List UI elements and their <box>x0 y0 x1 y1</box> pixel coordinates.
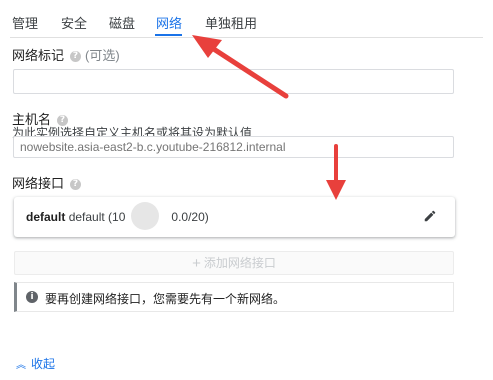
tab-disks[interactable]: 磁盘 <box>109 13 135 32</box>
network-tags-heading: 网络标记? (可选) <box>12 45 120 64</box>
network-interface-item[interactable]: default default (10 0.0/20) <box>14 197 455 237</box>
plus-icon: + <box>192 255 201 272</box>
help-icon[interactable]: ? <box>70 179 82 191</box>
collapse-label: 收起 <box>31 357 56 371</box>
network-interface-name: default <box>26 210 66 224</box>
tab-networking[interactable]: 网络 <box>156 13 182 32</box>
info-icon: i <box>26 291 38 303</box>
network-interfaces-label: 网络接口 <box>12 176 65 191</box>
tab-management[interactable]: 管理 <box>12 13 38 32</box>
network-interfaces-heading: 网络接口? <box>12 173 82 192</box>
chevron-up-icon: ︽ <box>16 360 26 371</box>
info-notice: i 要再创建网络接口，您需要先有一个新网络。 <box>14 282 454 312</box>
hostname-input[interactable] <box>13 136 454 158</box>
tab-sole-tenancy[interactable]: 单独租用 <box>205 13 257 32</box>
tab-security[interactable]: 安全 <box>61 13 87 32</box>
add-network-interface-button[interactable]: + 添加网络接口 <box>14 251 454 275</box>
add-network-interface-label: 添加网络接口 <box>203 256 276 270</box>
collapse-link[interactable]: ︽ 收起 <box>16 355 55 372</box>
edit-icon[interactable] <box>423 209 437 223</box>
network-tags-label: 网络标记 <box>12 48 65 63</box>
notice-text: 要再创建网络接口，您需要先有一个新网络。 <box>45 292 286 306</box>
network-interface-text: default default (10 0.0/20) <box>26 210 209 224</box>
optional-label: (可选) <box>85 48 120 63</box>
tab-bar: 管理 安全 磁盘 网络 单独租用 <box>0 0 493 38</box>
tabs-divider <box>10 37 483 38</box>
network-tags-input[interactable] <box>13 69 454 94</box>
active-tab-indicator <box>155 34 182 36</box>
redaction-blur <box>131 202 159 230</box>
help-icon[interactable]: ? <box>70 51 82 63</box>
